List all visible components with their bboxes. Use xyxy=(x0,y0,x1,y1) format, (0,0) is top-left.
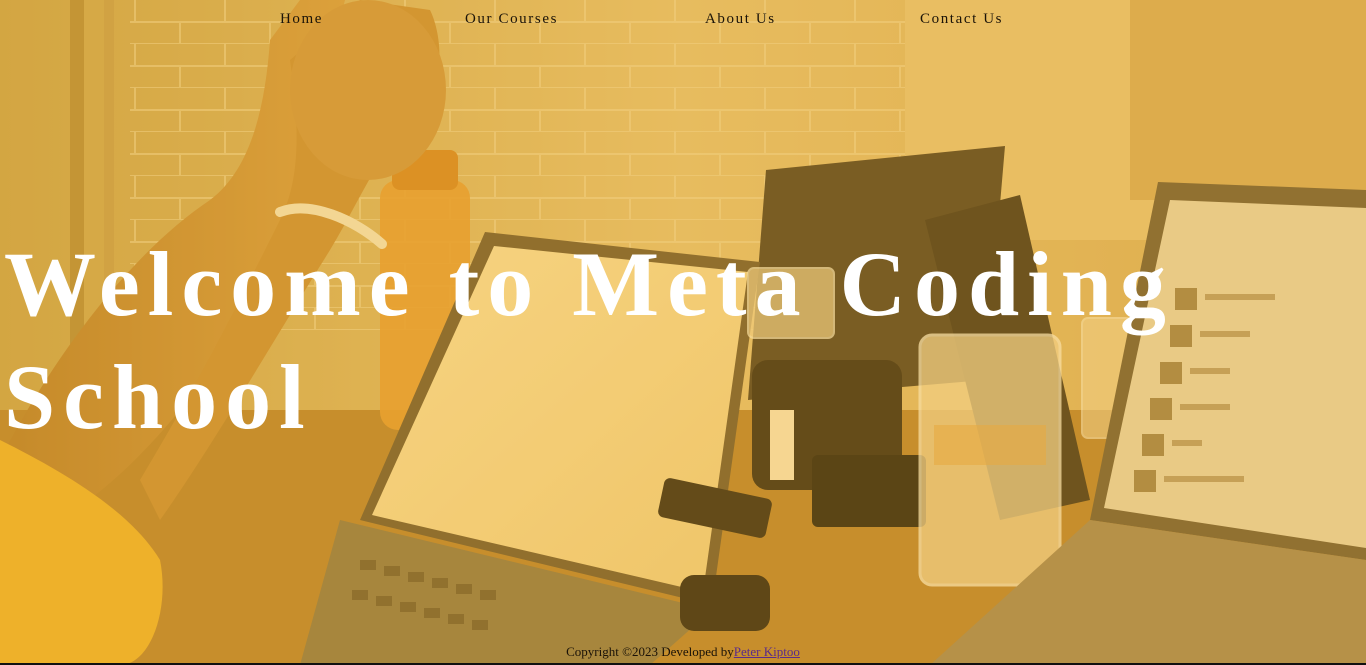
nav-link-our-courses[interactable]: Our Courses xyxy=(465,11,558,28)
hero-section: Home Our Courses About Us Contact Us Wel… xyxy=(0,0,1366,665)
developer-link[interactable]: Peter Kiptoo xyxy=(734,644,800,659)
nav-link-about-us[interactable]: About Us xyxy=(705,11,776,28)
nav-link-home[interactable]: Home xyxy=(280,11,323,28)
nav-link-contact-us[interactable]: Contact Us xyxy=(920,11,1003,28)
hero-title: Welcome to Meta Coding School xyxy=(4,233,1174,448)
top-navigation: Home Our Courses About Us Contact Us xyxy=(0,0,1366,40)
page-footer: Copyright ©2023 Developed byPeter Kiptoo xyxy=(0,641,1366,663)
copyright-text: Copyright ©2023 Developed by xyxy=(566,644,734,659)
